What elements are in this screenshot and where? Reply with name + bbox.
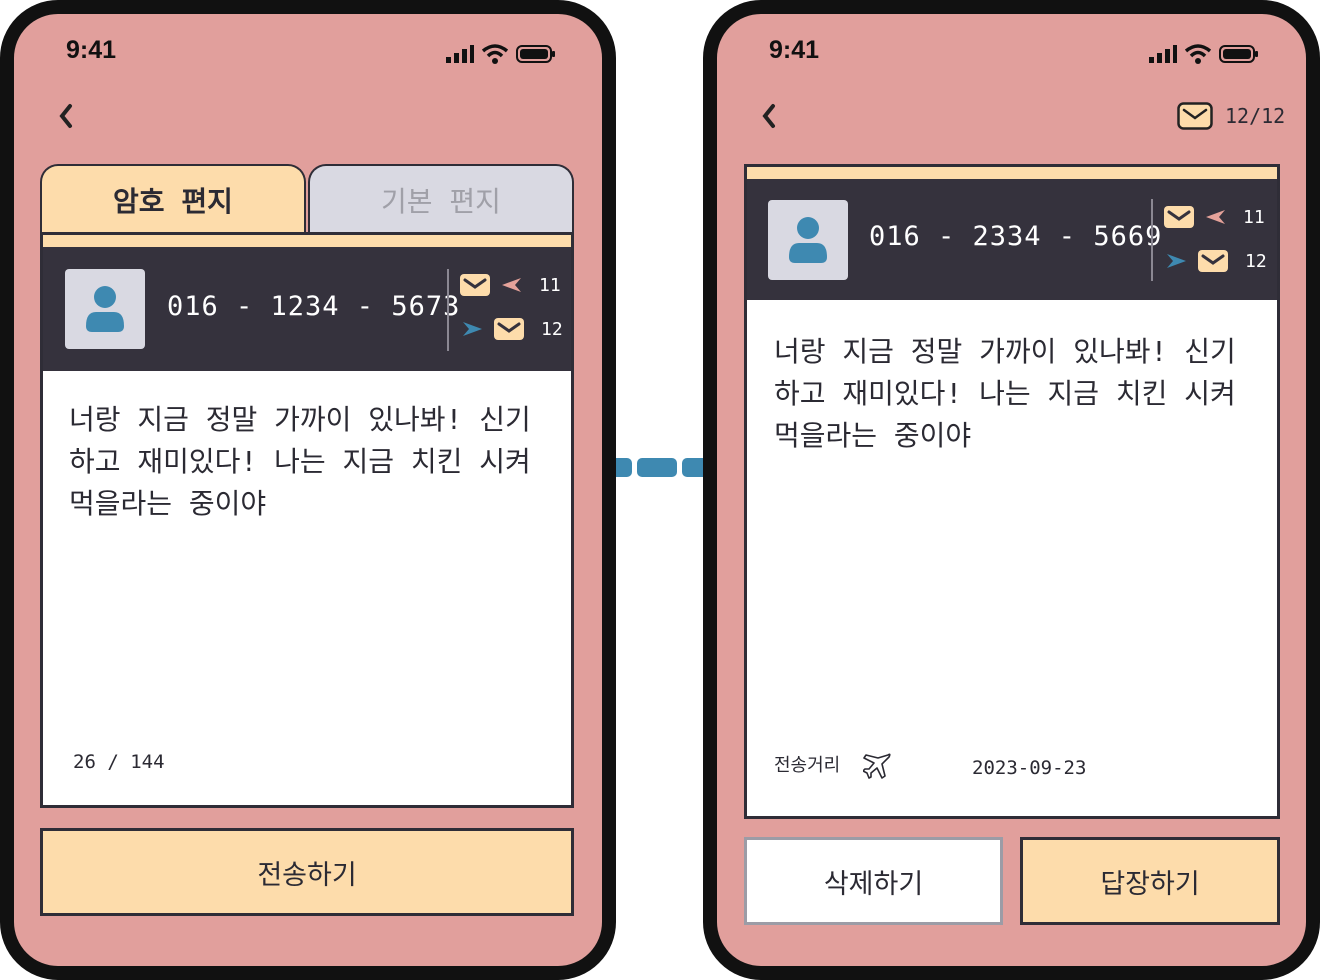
back-icon[interactable] [759,100,779,132]
delete-button[interactable]: 삭제하기 [744,837,1003,925]
header-divider [1151,199,1153,281]
user-icon [789,217,827,263]
avatar [65,269,145,349]
envelope-icon [494,318,524,340]
card-stripe [747,167,1277,179]
back-icon[interactable] [56,100,76,132]
reply-button[interactable]: 답장하기 [1020,837,1280,925]
connector-dash [614,458,632,477]
status-time: 9:41 [769,36,820,64]
phone-number: 016 - 1234 - 5673 [167,291,461,322]
phone-read-screen: 9:41 12/12 016 - 2334 - 5669 11 12 너랑 지금… [703,0,1320,980]
sent-count: 12 [541,318,563,340]
user-icon [86,286,124,332]
status-time: 9:41 [66,36,117,64]
letter-counter[interactable]: 12/12 [1177,102,1285,130]
char-count: 26 / 144 [73,751,165,773]
signal-icon [446,45,474,63]
envelope-icon [460,274,490,296]
airplane-icon [863,753,891,779]
sent-count-row: 12 [463,317,563,341]
card-stripe [43,235,571,247]
envelope-icon [1198,250,1228,272]
message-text: 너랑 지금 정말 가까이 있나봐! 신기하고 재미있다! 나는 지금 치킨 시켜… [774,335,1236,452]
sent-count-row: 12 [1167,249,1267,273]
letter-counter-text: 12/12 [1225,104,1286,128]
received-count: 11 [539,274,561,296]
tab-basic-letter[interactable]: 기본 편지 [308,164,574,234]
arrow-right-icon [1167,254,1186,268]
letter-card: 016 - 2334 - 5669 11 12 너랑 지금 정말 가까이 있나봐… [744,164,1280,819]
received-count: 11 [1243,206,1265,228]
received-count-row: 11 [459,273,561,297]
battery-icon [1219,45,1258,63]
card-header: 016 - 1234 - 5673 11 12 [43,247,571,371]
status-icons [446,44,556,64]
letter-card: 016 - 1234 - 5673 11 12 너랑 지금 정말 가까이 있나봐… [40,232,574,808]
sent-date: 2023-09-23 [972,757,1087,779]
envelope-icon [1164,206,1194,228]
message-input[interactable]: 너랑 지금 정말 가까이 있나봐! 신기하고 재미있다! 나는 지금 치킨 시켜… [69,399,551,525]
envelope-icon [1177,102,1213,130]
connector-dash [637,458,677,477]
distance-label: 전송거리 [774,755,841,776]
wifi-icon [482,44,508,64]
arrow-left-icon [502,278,521,292]
avatar [768,200,848,280]
sent-count: 12 [1245,250,1267,272]
phone-compose-screen: 9:41 암호 편지 기본 편지 016 - 1234 - 5673 11 12… [0,0,616,980]
tab-secret-letter[interactable]: 암호 편지 [40,164,306,234]
send-button[interactable]: 전송하기 [40,828,574,916]
arrow-left-icon [1206,210,1225,224]
status-icons [1149,44,1259,64]
arrow-right-icon [463,322,482,336]
wifi-icon [1185,44,1211,64]
phone-number: 016 - 2334 - 5669 [869,221,1163,252]
card-header: 016 - 2334 - 5669 11 12 [747,179,1277,300]
battery-icon [516,45,555,63]
received-count-row: 11 [1163,205,1265,229]
header-divider [447,269,449,351]
signal-icon [1149,45,1177,63]
